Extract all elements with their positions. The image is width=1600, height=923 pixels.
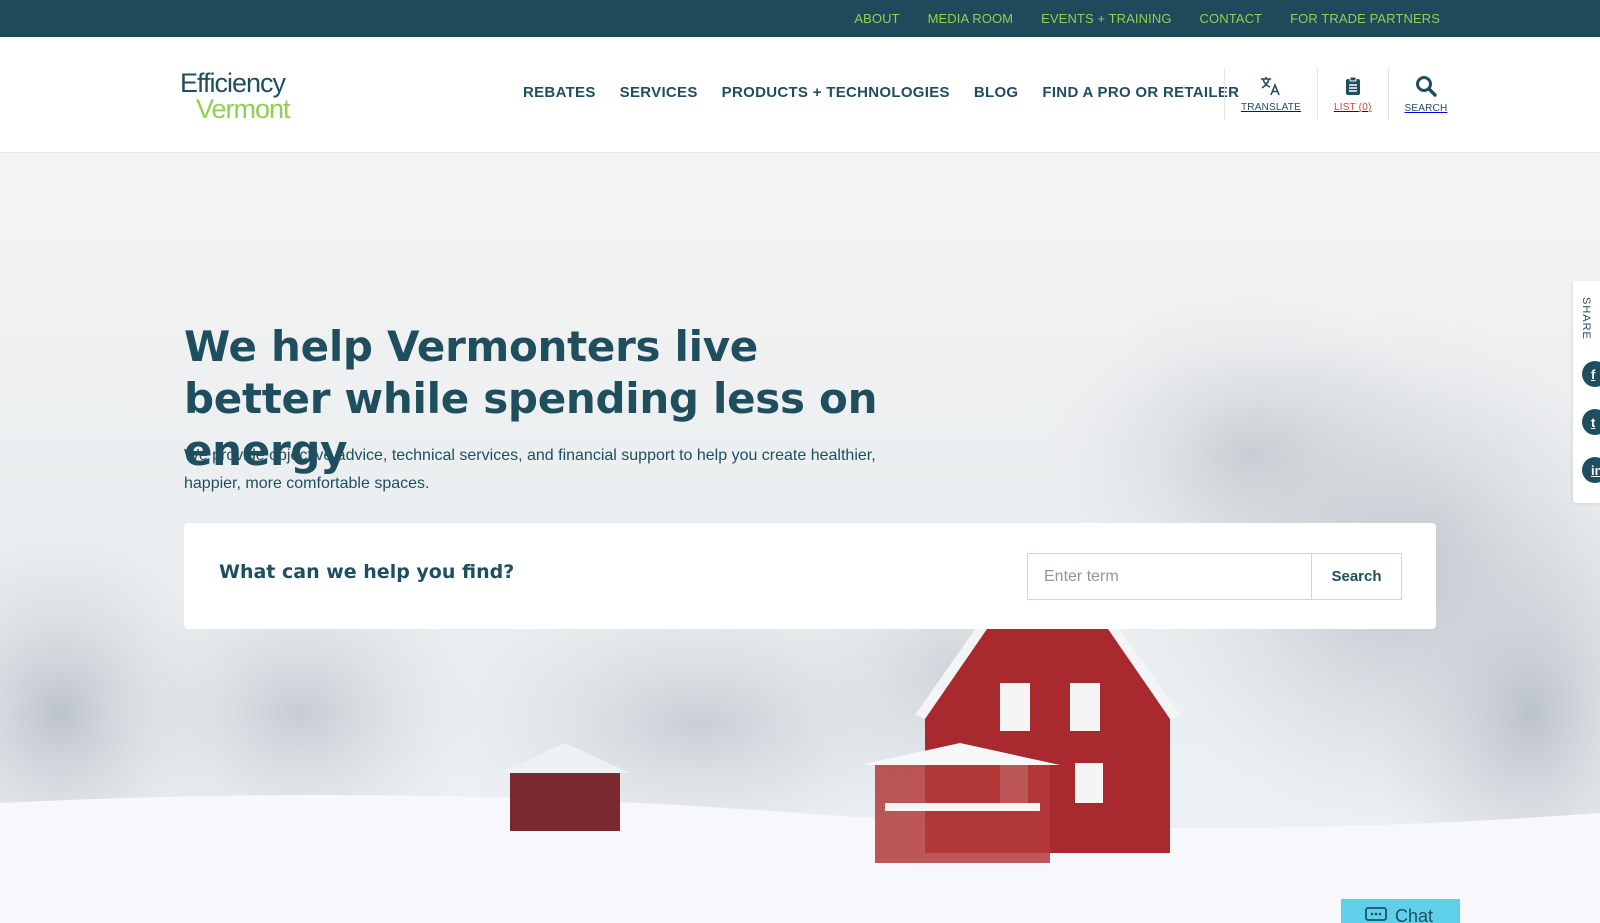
main-nav: REBATES SERVICES PRODUCTS + TECHNOLOGIES… bbox=[523, 84, 1239, 101]
utility-link-contact[interactable]: CONTACT bbox=[1200, 11, 1263, 26]
utility-link-about[interactable]: ABOUT bbox=[854, 11, 899, 26]
utility-nav: ABOUT MEDIA ROOM EVENTS + TRAINING CONTA… bbox=[854, 0, 1440, 37]
translate-label: TRANSLATE bbox=[1241, 101, 1301, 113]
utility-link-media-room[interactable]: MEDIA ROOM bbox=[928, 11, 1014, 26]
header-tools: TRANSLATE LIST (0) SEARCH bbox=[1224, 68, 1463, 120]
chat-label: Chat bbox=[1395, 906, 1434, 923]
hero-section: We help Vermonters live better while spe… bbox=[0, 153, 1600, 923]
list-button[interactable]: LIST (0) bbox=[1316, 68, 1388, 120]
logo-mark: Efficiency Vermont bbox=[180, 68, 292, 124]
search-input[interactable] bbox=[1027, 553, 1311, 600]
linkedin-icon[interactable]: in bbox=[1582, 457, 1600, 483]
site-search-card: What can we help you find? Search bbox=[184, 523, 1436, 629]
search-submit-button[interactable]: Search bbox=[1311, 553, 1402, 600]
nav-services[interactable]: SERVICES bbox=[620, 84, 698, 101]
translate-icon bbox=[1260, 76, 1280, 95]
chat-bubble-icon bbox=[1365, 907, 1387, 921]
chat-button[interactable]: Chat bbox=[1341, 899, 1460, 923]
utility-link-events-training[interactable]: EVENTS + TRAINING bbox=[1041, 11, 1171, 26]
search-toggle-label: SEARCH bbox=[1404, 102, 1448, 114]
utility-bar: ABOUT MEDIA ROOM EVENTS + TRAINING CONTA… bbox=[0, 0, 1600, 37]
translate-button[interactable]: TRANSLATE bbox=[1224, 68, 1317, 120]
twitter-icon[interactable]: t bbox=[1582, 409, 1600, 435]
nav-blog[interactable]: BLOG bbox=[974, 84, 1019, 101]
search-icon bbox=[1415, 75, 1437, 97]
clipboard-icon bbox=[1345, 76, 1360, 95]
nav-rebates[interactable]: REBATES bbox=[523, 84, 596, 101]
search-toggle-button[interactable]: SEARCH bbox=[1387, 68, 1464, 120]
utility-link-trade-partners[interactable]: FOR TRADE PARTNERS bbox=[1290, 11, 1440, 26]
share-sidebar: SHARE f t in bbox=[1573, 281, 1600, 503]
list-label: LIST (0) bbox=[1333, 101, 1372, 113]
share-label: SHARE bbox=[1580, 297, 1592, 340]
nav-products-technologies[interactable]: PRODUCTS + TECHNOLOGIES bbox=[722, 84, 950, 101]
site-header: Efficiency Vermont REBATES SERVICES PROD… bbox=[0, 37, 1600, 153]
efficiency-vermont-logo[interactable]: Efficiency Vermont bbox=[180, 68, 312, 124]
search-question: What can we help you find? bbox=[219, 561, 515, 583]
facebook-icon[interactable]: f bbox=[1582, 361, 1600, 387]
nav-find-a-pro[interactable]: FIND A PRO OR RETAILER bbox=[1042, 84, 1239, 101]
hero-subtitle: We provide objective advice, technical s… bbox=[184, 447, 876, 492]
svg-text:Vermont: Vermont bbox=[196, 94, 291, 122]
